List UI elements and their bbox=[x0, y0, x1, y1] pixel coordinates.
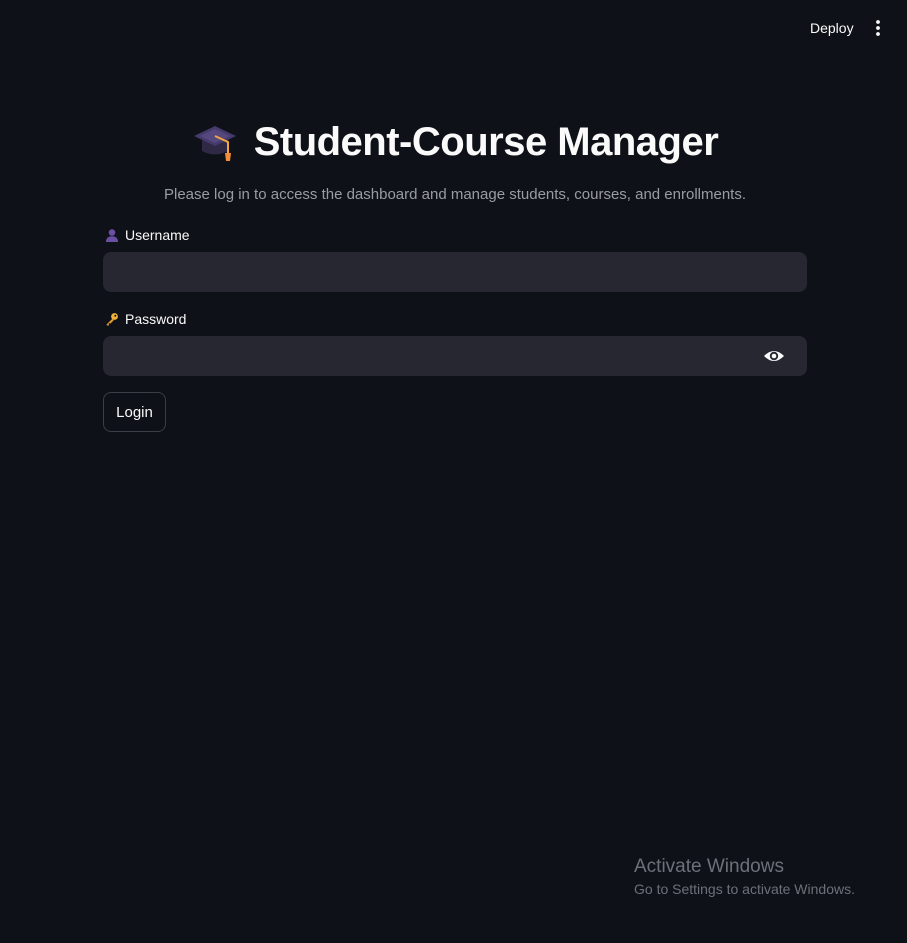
more-vertical-icon[interactable] bbox=[866, 16, 890, 40]
page-title-row: Student-Course Manager bbox=[103, 112, 807, 172]
windows-activation-watermark: Activate Windows Go to Settings to activ… bbox=[634, 856, 855, 899]
app-page: Deploy Student-Course Manager Please log… bbox=[0, 0, 907, 943]
watermark-title: Activate Windows bbox=[634, 856, 784, 877]
password-label-text: Password bbox=[125, 311, 187, 327]
username-label: Username bbox=[105, 226, 190, 244]
password-field-container bbox=[103, 336, 807, 376]
eye-icon[interactable] bbox=[763, 346, 785, 366]
password-label: Password bbox=[105, 310, 186, 328]
username-field-container bbox=[103, 252, 807, 292]
graduation-cap-icon bbox=[193, 126, 236, 161]
username-input[interactable] bbox=[103, 252, 807, 292]
username-label-text: Username bbox=[125, 227, 190, 243]
page-title: Student-Course Manager bbox=[253, 119, 719, 164]
top-header: Deploy bbox=[0, 0, 907, 56]
page-subtitle: Please log in to access the dashboard an… bbox=[163, 186, 747, 203]
watermark-subtitle: Go to Settings to activate Windows. bbox=[634, 881, 855, 897]
login-button[interactable]: Login bbox=[103, 392, 166, 432]
password-input[interactable] bbox=[103, 336, 807, 376]
deploy-button[interactable]: Deploy bbox=[800, 17, 864, 39]
user-icon bbox=[106, 229, 118, 242]
key-icon bbox=[106, 313, 118, 326]
